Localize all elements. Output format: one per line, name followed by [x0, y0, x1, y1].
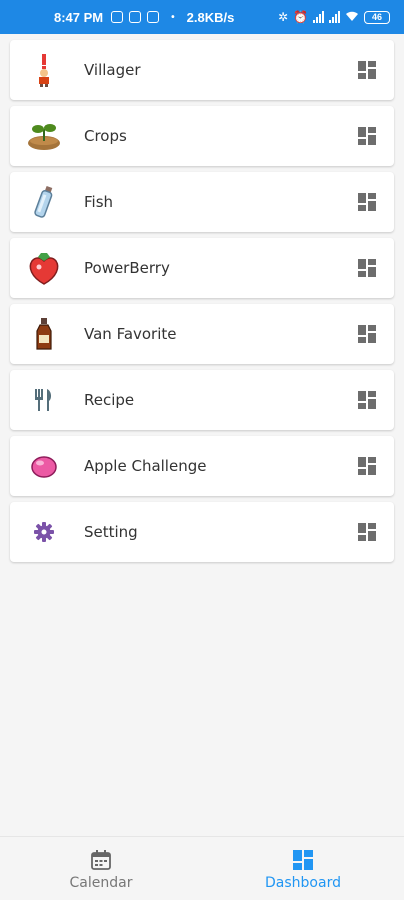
bottle-icon — [26, 184, 62, 220]
notification-app-icon — [129, 11, 142, 23]
menu-item-villager[interactable]: Villager — [10, 40, 394, 100]
menu-list: Villager Crops Fish PowerBerry Van Favor… — [10, 40, 394, 568]
menu-item-van-favorite[interactable]: Van Favorite — [10, 304, 394, 364]
dashboard-icon[interactable] — [358, 193, 376, 211]
menu-item-apple-challenge[interactable]: Apple Challenge — [10, 436, 394, 496]
notification-app-icon — [147, 11, 160, 23]
status-dot-icon: • — [171, 11, 175, 23]
tab-calendar[interactable]: Calendar — [0, 837, 202, 900]
apple-icon — [26, 448, 62, 484]
menu-item-label: Recipe — [84, 391, 135, 409]
dashboard-icon[interactable] — [358, 61, 376, 79]
menu-item-label: Apple Challenge — [84, 457, 207, 475]
menu-item-fish[interactable]: Fish — [10, 172, 394, 232]
menu-item-label: Fish — [84, 193, 114, 211]
dashboard-icon[interactable] — [358, 325, 376, 343]
menu-item-recipe[interactable]: Recipe — [10, 370, 394, 430]
menu-item-crops[interactable]: Crops — [10, 106, 394, 166]
status-time: 8:47 PM — [54, 9, 104, 25]
dashboard-icon[interactable] — [358, 259, 376, 277]
notification-app-icon — [111, 11, 124, 23]
berry-icon — [26, 250, 62, 286]
syrup-bottle-icon — [26, 316, 62, 352]
battery-icon: 46 — [364, 10, 390, 24]
sprout-icon — [26, 118, 62, 154]
dashboard-icon[interactable] — [358, 523, 376, 541]
menu-item-label: Van Favorite — [84, 325, 177, 343]
menu-item-label: Crops — [84, 127, 127, 145]
status-bar: 8:47 PM • 2.8KB/s ✲ ⏰ 46 — [0, 0, 404, 34]
network-speed: 2.8KB/s — [186, 9, 235, 25]
tab-label: Calendar — [69, 875, 133, 891]
tab-dashboard[interactable]: Dashboard — [202, 837, 404, 900]
gear-icon — [26, 514, 62, 550]
menu-item-setting[interactable]: Setting — [10, 502, 394, 562]
alarm-icon: ⏰ — [293, 10, 308, 24]
status-right-icons: ✲ ⏰ 46 — [278, 10, 390, 25]
villager-icon — [26, 52, 62, 88]
wifi-icon — [345, 10, 359, 25]
menu-item-label: PowerBerry — [84, 259, 170, 277]
dashboard-icon[interactable] — [358, 457, 376, 475]
menu-item-label: Villager — [84, 61, 141, 79]
menu-item-powerberry[interactable]: PowerBerry — [10, 238, 394, 298]
bluetooth-off-icon: ✲ — [277, 10, 289, 24]
dashboard-icon[interactable] — [358, 127, 376, 145]
dashboard-icon — [292, 849, 314, 871]
fork-knife-icon — [26, 382, 62, 418]
bottom-navigation: Calendar Dashboard — [0, 836, 404, 900]
menu-item-label: Setting — [84, 523, 138, 541]
signal-icon — [329, 11, 340, 23]
dashboard-icon[interactable] — [358, 391, 376, 409]
calendar-icon — [90, 849, 112, 871]
tab-label: Dashboard — [265, 875, 341, 891]
signal-icon — [313, 11, 324, 23]
